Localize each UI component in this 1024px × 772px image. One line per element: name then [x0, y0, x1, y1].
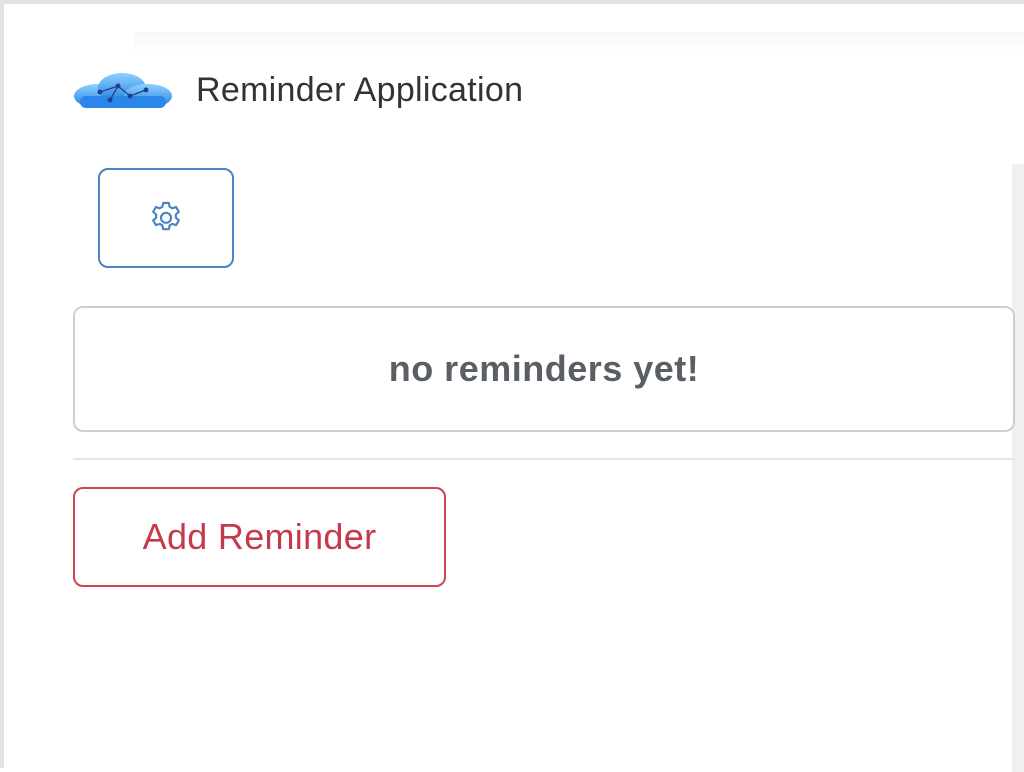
cloud-logo-icon — [74, 73, 172, 108]
gear-icon — [152, 201, 180, 231]
app-header: Reminder Application — [70, 60, 523, 120]
app-title: Reminder Application — [196, 70, 524, 109]
add-reminder-button[interactable]: Add Reminder — [73, 487, 446, 587]
top-bar-background — [134, 32, 1024, 54]
add-reminder-label: Add Reminder — [142, 516, 377, 557]
divider — [73, 458, 1015, 460]
reminders-list: no reminders yet! — [73, 306, 1015, 432]
empty-state-message: no reminders yet! — [388, 348, 700, 389]
settings-button[interactable] — [98, 168, 234, 268]
app-window: Reminder Application no reminders yet! A… — [0, 0, 1024, 772]
scrollbar-track[interactable] — [1012, 164, 1024, 772]
